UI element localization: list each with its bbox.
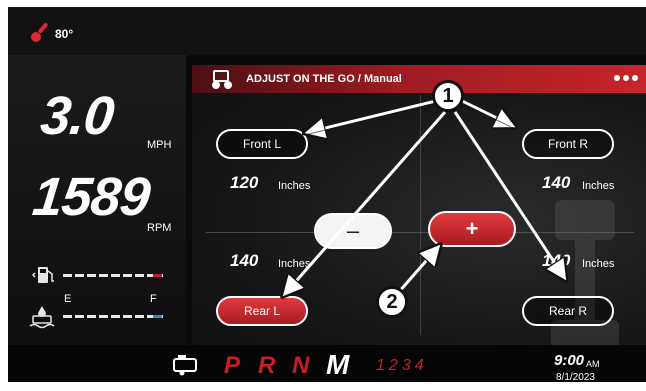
fuel-gauge-low-segment [153,274,162,277]
decrease-button[interactable]: – [314,213,392,249]
front-right-value: 140 [542,173,571,192]
gear-r: R [258,352,276,379]
speed-value: 3.0 [37,86,117,146]
status-bar: 80° [8,7,646,55]
rear-left-value: 140 [230,251,259,270]
thermometer-icon [31,22,48,42]
rear-right-value: 140 [542,251,571,270]
rpm-value: 1589 [29,167,153,227]
front-left-unit: Inches [278,180,311,192]
clock-date: 8/1/2023 [556,372,595,382]
more-dots-icon[interactable] [614,75,638,81]
horizontal-divider [206,232,634,233]
gear-p: P [224,352,241,379]
rear-right-button[interactable]: Rear R [522,296,614,326]
rear-left-button[interactable]: Rear L [216,296,308,326]
def-gauge [63,315,163,318]
callout-2: 2 [376,286,408,318]
full-label: F [150,293,157,305]
gear-numbers: 1234 [376,357,428,374]
gear-m-active: M [326,349,350,380]
front-right-unit: Inches [582,180,615,192]
empty-label: E [64,293,72,305]
def-fluid-icon [29,306,55,329]
clock-time: 9:00 [554,352,585,369]
panel-title: ADJUST ON THE GO / Manual [246,73,402,85]
display-screen: 80° 3.0 MPH 1589 RPM E F ADJUST ON THE G… [8,7,646,382]
gear-n: N [292,352,310,379]
rear-right-unit: Inches [582,258,615,270]
transmission-icon [173,355,197,376]
fuel-pump-icon [32,267,54,283]
callout-1: 1 [432,80,464,112]
clock-ampm: AM [586,359,600,369]
fuel-gauge [63,274,163,277]
front-right-button[interactable]: Front R [522,129,614,159]
rpm-unit: RPM [147,222,172,234]
front-left-button[interactable]: Front L [216,129,308,159]
increase-button[interactable]: + [428,211,516,247]
speed-unit: MPH [147,139,172,151]
panel-header: ADJUST ON THE GO / Manual [192,65,646,93]
vertical-divider [420,95,421,335]
front-left-value: 120 [230,173,259,192]
tractor-icon [212,70,232,89]
def-gauge-full-segment [153,315,162,318]
temperature-value: 80° [55,27,74,41]
adjust-panel: ADJUST ON THE GO / Manual Front L Front … [192,65,646,370]
rear-left-unit: Inches [278,258,311,270]
